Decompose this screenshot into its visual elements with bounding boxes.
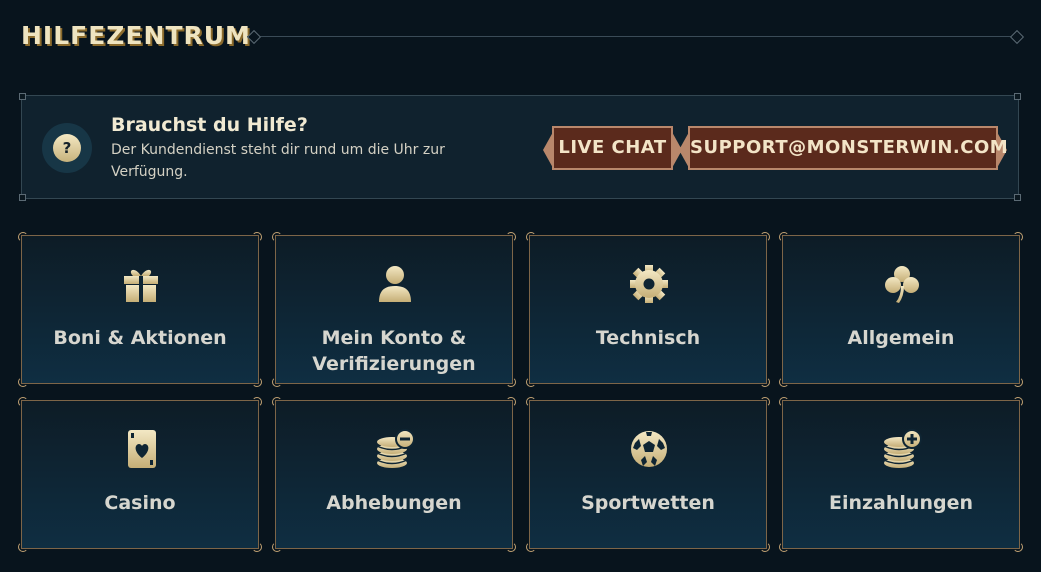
category-card-casino[interactable]: Casino: [18, 397, 262, 552]
help-icon-badge: ?: [42, 123, 92, 173]
user-icon: [379, 266, 411, 302]
card-corner: [779, 377, 789, 387]
category-label: Abhebungen: [326, 492, 462, 514]
card-corner: [252, 542, 262, 552]
category-card-withdrawals[interactable]: Abhebungen: [272, 397, 516, 552]
card-corner: [252, 377, 262, 387]
card-corner: [252, 232, 262, 242]
card-corner: [760, 232, 770, 242]
card-corner: [1013, 232, 1023, 242]
button-cap-left: [679, 132, 689, 168]
card-corner: [18, 232, 28, 242]
category-card-technical[interactable]: Technisch: [526, 232, 770, 387]
card-corner: [526, 377, 536, 387]
header-divider: [247, 36, 1023, 37]
category-label: Technisch: [595, 327, 701, 349]
card-corner: [272, 377, 282, 387]
support-email-label: SUPPORT@MONSTERWIN.COM: [690, 137, 1009, 158]
card-corner: [18, 397, 28, 407]
gift-icon: [124, 269, 158, 302]
coins-minus-icon: [376, 429, 415, 468]
banner-corner: [1014, 194, 1021, 201]
card-corner: [760, 377, 770, 387]
card-corner: [506, 232, 516, 242]
playing-card-icon: [128, 430, 156, 468]
category-label: Casino: [104, 492, 176, 514]
soccer-ball-icon: [631, 431, 667, 467]
card-corner: [272, 397, 282, 407]
category-card-sports[interactable]: Sportwetten: [526, 397, 770, 552]
banner-corner: [19, 194, 26, 201]
category-label: Mein Konto & Verifizierungen: [312, 327, 476, 375]
divider-diamond-right: [1009, 29, 1025, 45]
clover-icon: [885, 266, 919, 303]
card-corner: [1013, 377, 1023, 387]
category-label: Boni & Aktionen: [53, 327, 227, 349]
banner-corner: [19, 93, 26, 100]
live-chat-label: LIVE CHAT: [558, 137, 667, 158]
card-corner: [526, 397, 536, 407]
card-corner: [779, 397, 789, 407]
card-corner: [18, 542, 28, 552]
card-corner: [272, 232, 282, 242]
support-email-button[interactable]: SUPPORT@MONSTERWIN.COM: [679, 126, 1008, 170]
card-corner: [526, 232, 536, 242]
help-title: Brauchst du Hilfe?: [111, 114, 308, 136]
card-corner: [506, 542, 516, 552]
card-corner: [506, 377, 516, 387]
card-corner: [1013, 542, 1023, 552]
question-icon: ?: [53, 134, 81, 162]
gear-icon: [630, 265, 668, 303]
category-card-deposits[interactable]: Einzahlungen: [779, 397, 1023, 552]
card-corner: [252, 397, 262, 407]
category-label: Sportwetten: [581, 492, 715, 514]
category-card-bonuses[interactable]: Boni & Aktionen: [18, 232, 262, 387]
card-corner: [18, 377, 28, 387]
category-label: Allgemein: [847, 327, 955, 349]
card-corner: [779, 232, 789, 242]
card-corner: [272, 542, 282, 552]
card-corner: [1013, 397, 1023, 407]
card-corner: [779, 542, 789, 552]
banner-corner: [1014, 93, 1021, 100]
card-corner: [506, 397, 516, 407]
help-description: Der Kundendienst steht dir rund um die U…: [111, 142, 445, 180]
button-cap-left: [543, 132, 553, 168]
help-banner: ? Brauchst du Hilfe? Der Kundendienst st…: [19, 93, 1021, 201]
category-card-account[interactable]: Mein Konto & Verifizierungen: [272, 232, 516, 387]
coins-plus-icon: [883, 429, 922, 468]
page-title: HILFEZENTRUM: [21, 21, 251, 50]
category-label: Einzahlungen: [828, 492, 973, 514]
card-corner: [526, 542, 536, 552]
category-card-general[interactable]: Allgemein: [779, 232, 1023, 387]
live-chat-button[interactable]: LIVE CHAT: [543, 126, 682, 170]
page-header: HILFEZENTRUM: [21, 20, 1025, 52]
card-corner: [760, 397, 770, 407]
card-corner: [760, 542, 770, 552]
